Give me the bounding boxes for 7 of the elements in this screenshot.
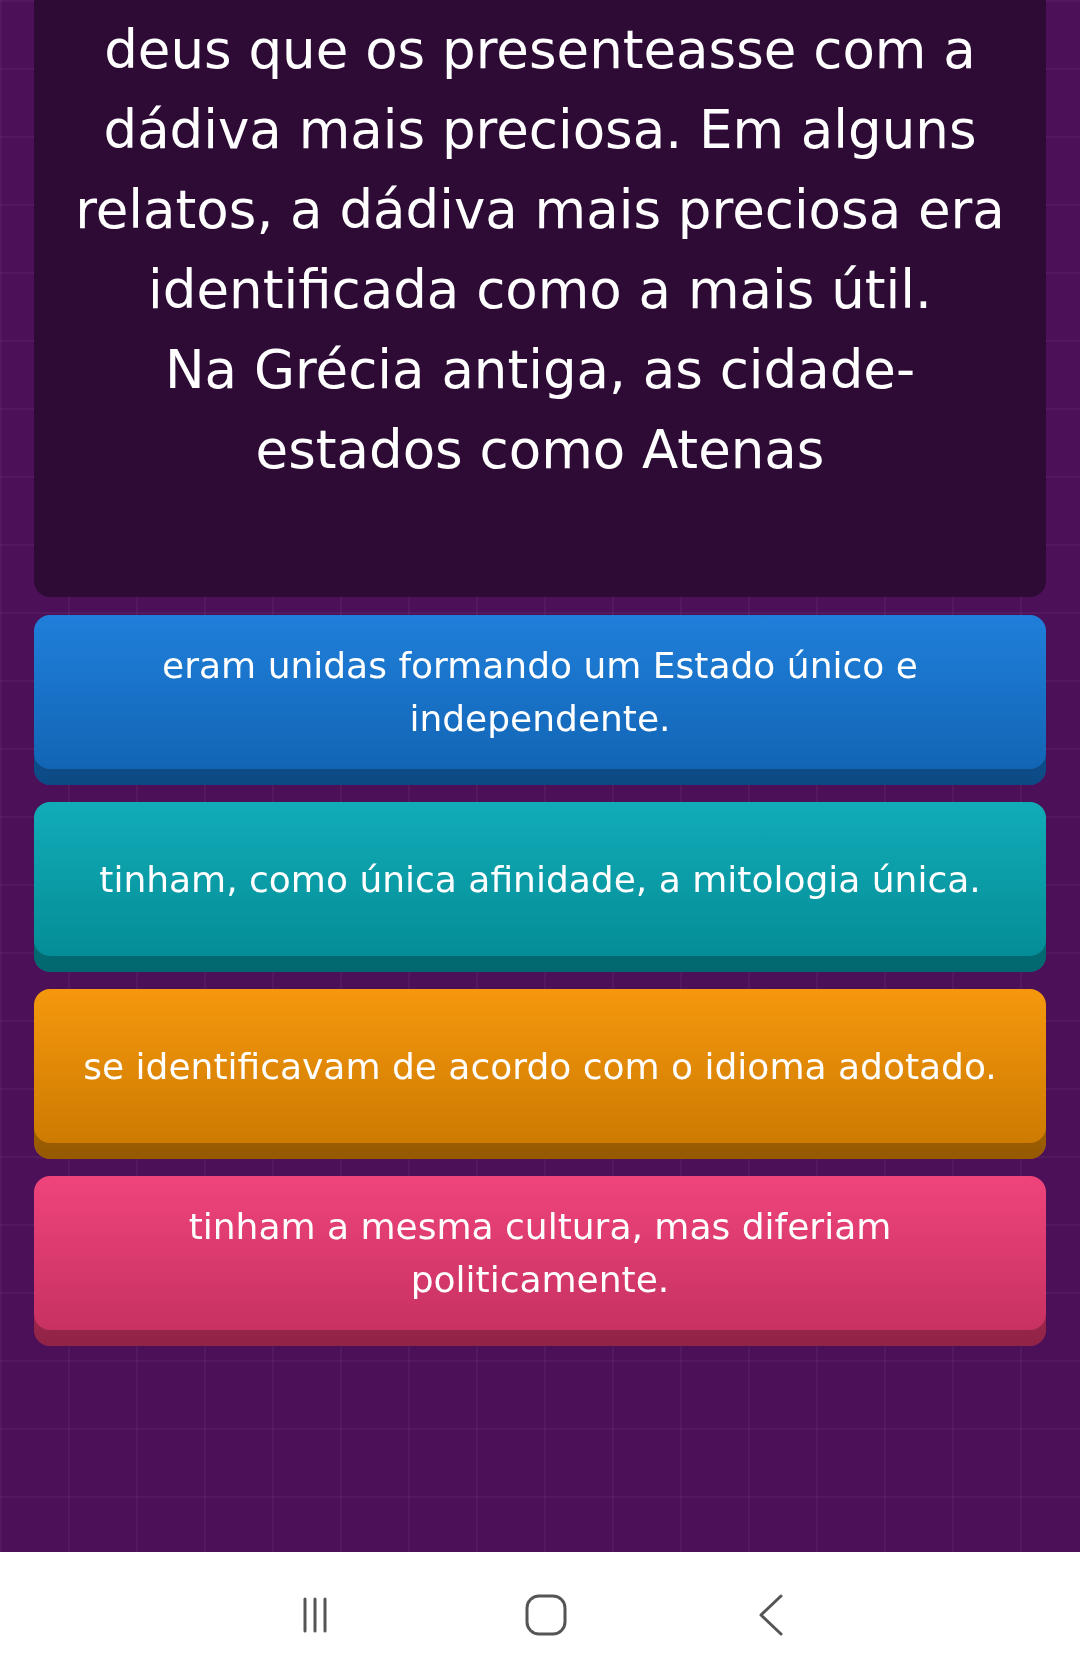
answer-button[interactable]: tinham, como única afinidade, a mitologia única. bbox=[34, 802, 1046, 972]
answer-button[interactable]: tinham a mesma cultura, mas diferiam politicamente. bbox=[34, 1176, 1046, 1346]
home-icon[interactable] bbox=[524, 1593, 568, 1637]
answer-button[interactable]: eram unidas formando um Estado único e independente. bbox=[34, 615, 1046, 785]
question-text: deus que os presenteasse com a dádiva mais preciosa. Em alguns relatos, a dádiva mais preciosa era identificada como a mais útil. bbox=[74, 18, 1006, 322]
question-text: Na Grécia antiga, as cidade-estados como Atenas bbox=[163, 338, 917, 482]
answer-button[interactable]: se identificavam de acordo com o idioma adotado. bbox=[34, 989, 1046, 1159]
